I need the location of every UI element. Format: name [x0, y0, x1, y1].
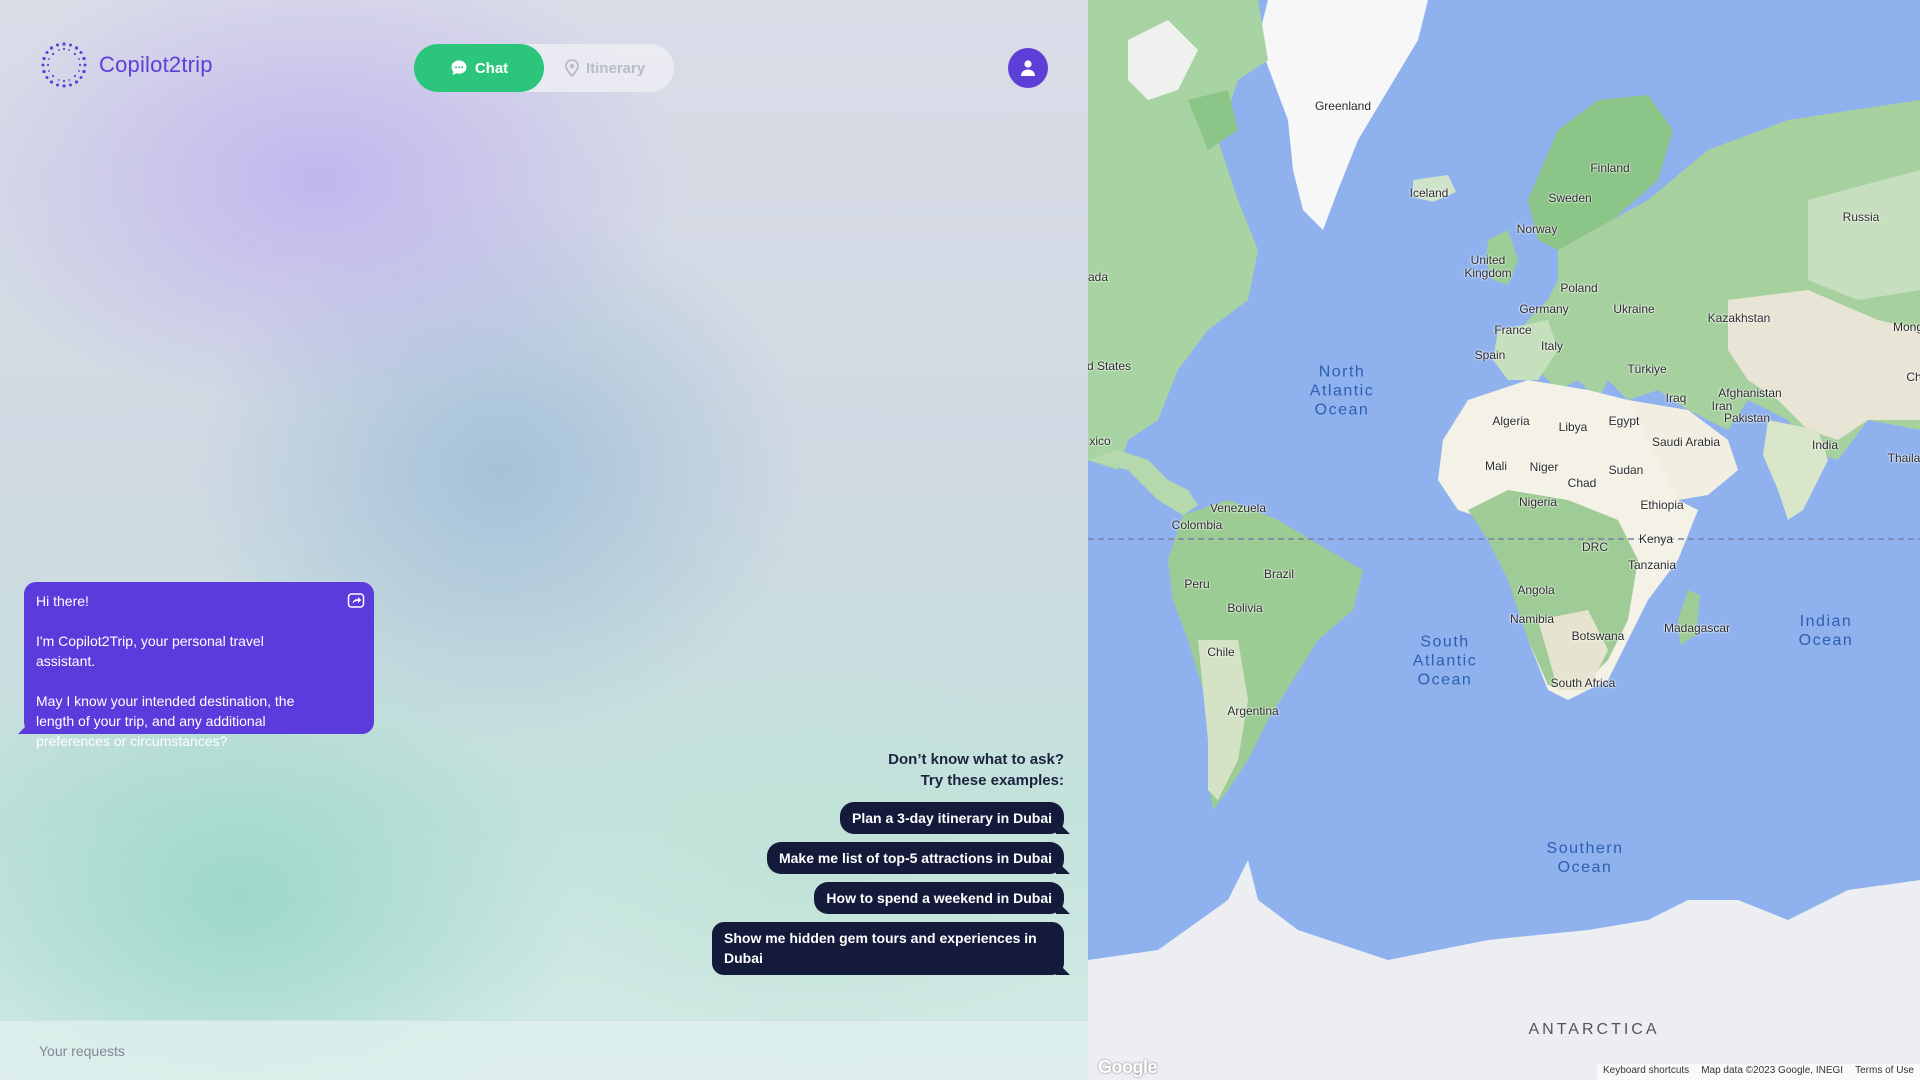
map-label: Spain — [1474, 348, 1506, 362]
google-logo[interactable]: Google — [1098, 1057, 1158, 1078]
map-label: Egypt — [1608, 414, 1640, 428]
map-label: Italy — [1540, 339, 1564, 353]
ocean-label: Southern Ocean — [1546, 840, 1624, 876]
map-label: Norway — [1516, 222, 1558, 236]
map-label: Greenland — [1314, 99, 1372, 113]
greenland-landmass — [1258, 0, 1428, 230]
continent-label: ANTARCTICA — [1528, 1021, 1660, 1038]
map-label: Germany — [1519, 302, 1569, 316]
map-label: Mali — [1484, 459, 1508, 473]
message-line: May I know your intended destination, th… — [36, 693, 295, 749]
logo[interactable]: Copilot2trip — [39, 40, 213, 90]
map-label: Pakistan — [1723, 411, 1771, 425]
map-label: South Africa — [1550, 676, 1616, 690]
map-label: Libya — [1558, 420, 1588, 434]
user-avatar-button[interactable] — [1008, 48, 1048, 88]
world-map[interactable]: Greenland Finland Iceland Sweden Norway … — [1088, 0, 1920, 1080]
tab-chat-label: Chat — [474, 59, 509, 77]
map-label: Venezuela — [1209, 501, 1267, 515]
map-label: United Kingdom — [1464, 253, 1512, 280]
map-label: Saudi Arabia — [1651, 435, 1721, 449]
share-icon[interactable] — [346, 590, 366, 610]
map-label: Madagascar — [1663, 621, 1731, 635]
map-label: Colombia — [1171, 518, 1223, 532]
map-label: Namibia — [1509, 612, 1555, 626]
map-label: France — [1494, 323, 1532, 337]
example-chip[interactable]: How to spend a weekend in Dubai — [814, 882, 1064, 914]
map-label: Thaila — [1887, 451, 1920, 465]
example-chip[interactable]: Show me hidden gem tours and experiences… — [712, 922, 1064, 975]
map-label: d States — [1088, 359, 1132, 373]
terms-of-use-link[interactable]: Terms of Use — [1855, 1065, 1914, 1079]
map-label: Kenya — [1638, 532, 1674, 546]
ocean-label: Indian Ocean — [1798, 613, 1854, 649]
map-label: Ethiopia — [1640, 498, 1684, 512]
tab-itinerary-label: Itinerary — [586, 59, 646, 77]
examples-heading: Don’t know what to ask? Try these exampl… — [564, 749, 1064, 791]
request-input[interactable] — [39, 1039, 1039, 1063]
map-label: Ch — [1906, 370, 1920, 384]
ocean-label: South Atlantic Ocean — [1412, 633, 1478, 689]
example-chip[interactable]: Make me list of top-5 attractions in Dub… — [766, 842, 1064, 874]
tab-chat[interactable]: Chat — [414, 44, 544, 92]
map-label: Angola — [1517, 583, 1555, 597]
map-label: DRC — [1582, 540, 1608, 554]
map-label: xico — [1089, 434, 1111, 448]
map-label: Nigeria — [1518, 495, 1558, 509]
message-line: Hi there! — [36, 593, 89, 609]
map-label: Chad — [1567, 476, 1597, 490]
message-line: I'm Copilot2Trip, your personal travel a… — [36, 633, 264, 669]
example-prompts: Don’t know what to ask? Try these exampl… — [564, 749, 1064, 983]
map-label: Russia — [1842, 210, 1880, 224]
map-label: ada — [1088, 270, 1109, 284]
examples-heading-line: Try these examples: — [920, 772, 1064, 789]
view-tabs: Chat Itinerary — [414, 44, 674, 92]
map-label: Tanzania — [1627, 558, 1677, 572]
user-icon — [1021, 60, 1035, 76]
map-label: Sudan — [1608, 463, 1644, 477]
map-canvas — [1088, 0, 1920, 1080]
chat-bubble-icon — [451, 60, 467, 75]
map-label: Türkiye — [1627, 362, 1667, 376]
ocean-label: North Atlantic Ocean — [1309, 363, 1375, 419]
keyboard-shortcuts-link[interactable]: Keyboard shortcuts — [1603, 1065, 1689, 1079]
examples-heading-line: Don’t know what to ask? — [888, 751, 1064, 768]
south-america-landmass — [1168, 500, 1363, 810]
india-landmass — [1763, 420, 1828, 520]
map-label: Algeria — [1492, 414, 1530, 428]
map-label: Sweden — [1548, 191, 1592, 205]
map-footer: Keyboard shortcuts Map data ©2023 Google… — [1597, 1064, 1920, 1080]
map-data-attribution: Map data ©2023 Google, INEGI — [1701, 1065, 1844, 1076]
app-name: Copilot2trip — [99, 52, 213, 77]
central-america-landmass — [1088, 450, 1198, 515]
map-label: Peru — [1184, 577, 1210, 591]
map-label: Iceland — [1409, 186, 1449, 200]
example-chip[interactable]: Plan a 3-day itinerary in Dubai — [840, 802, 1064, 834]
location-pin-icon — [565, 59, 579, 77]
antarctica-landmass — [1088, 860, 1920, 1080]
map-label: Chile — [1207, 645, 1235, 659]
map-label: Mong — [1892, 320, 1920, 334]
map-label: Iraq — [1665, 391, 1687, 405]
map-label: Argentina — [1227, 704, 1279, 718]
map-label: Brazil — [1263, 567, 1295, 581]
map-label: Afghanistan — [1718, 386, 1782, 400]
map-label: Botswana — [1571, 629, 1625, 643]
map-label: Ukraine — [1613, 302, 1655, 316]
map-label: Poland — [1560, 281, 1598, 295]
map-label: India — [1811, 438, 1839, 452]
chat-panel: Copilot2trip Chat Itinerary Hi there! I'… — [0, 0, 1088, 1080]
assistant-message: Hi there! I'm Copilot2Trip, your persona… — [24, 582, 374, 749]
logo-icon — [41, 42, 87, 88]
madagascar-landmass — [1678, 590, 1700, 645]
map-label: Kazakhstan — [1707, 311, 1771, 325]
map-label: Finland — [1590, 161, 1630, 175]
map-label: Bolivia — [1227, 601, 1263, 615]
map-label: Niger — [1529, 460, 1559, 474]
message-composer — [0, 1020, 1088, 1080]
tab-itinerary[interactable]: Itinerary — [564, 44, 674, 92]
